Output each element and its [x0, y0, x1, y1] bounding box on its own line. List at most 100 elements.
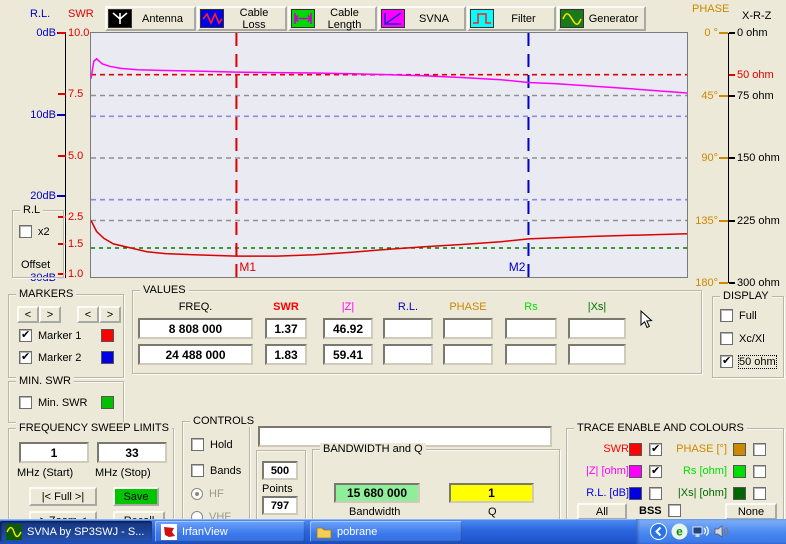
- values-col-header-phase: PHASE: [443, 301, 493, 313]
- generator-icon: [560, 9, 584, 28]
- collapse-arrow-icon[interactable]: [650, 523, 667, 540]
- hold-label: Hold: [210, 439, 233, 451]
- folder-icon: [316, 524, 332, 540]
- bss-checkbox[interactable]: [668, 504, 681, 517]
- eset-icon[interactable]: e: [671, 523, 688, 540]
- values-cell-r2c3: 59.41: [323, 344, 373, 365]
- trace-color-swatch[interactable]: [733, 487, 746, 500]
- sweep-stop-input[interactable]: 33: [97, 442, 167, 463]
- cable-length-button[interactable]: Cable Length: [288, 6, 377, 31]
- trace-enable-checkbox[interactable]: [649, 487, 662, 500]
- controls-group-title: CONTROLS: [190, 415, 257, 427]
- system-tray: e: [636, 519, 786, 544]
- right-axis-ohm-tick-label: 150 ohm: [737, 152, 780, 164]
- filter-button[interactable]: Filter: [467, 6, 556, 31]
- left-axis-db-tick-label: 10dB: [30, 109, 56, 121]
- values-col-header-swr: SWR: [265, 301, 307, 313]
- antenna-button[interactable]: Antenna: [105, 6, 196, 31]
- bands-checkbox[interactable]: [191, 464, 204, 477]
- values-cell-r1c3: 46.92: [323, 318, 373, 339]
- axis-tick: [719, 282, 728, 284]
- marker1-checkbox[interactable]: [19, 329, 32, 342]
- trace-label-r-1: Rs [ohm]: [683, 465, 727, 477]
- taskbar: SVNA by SP3SWJ - S...IrfanViewpobrane e: [0, 519, 786, 544]
- right-axis-ohm-tick-label: 75 ohm: [737, 90, 774, 102]
- left-axis-swr-tick-label: 1.5: [68, 238, 83, 250]
- marker1-prev-button[interactable]: <: [17, 306, 39, 323]
- values-cell-r2c4: [383, 344, 433, 365]
- min-swr-group: MIN. SWR Min. SWR: [8, 381, 124, 423]
- left-axis-swr-tick-label: 1.0: [68, 268, 83, 280]
- axis-tick: [729, 220, 735, 222]
- points-bottom-field[interactable]: 797: [262, 496, 298, 515]
- display-group-title: DISPLAY: [720, 290, 772, 302]
- marker2-next-button[interactable]: >: [99, 306, 121, 323]
- display-xcxl-checkbox[interactable]: [720, 332, 733, 345]
- values-col-header-z: |Z|: [323, 301, 373, 313]
- marker2-prev-button[interactable]: <: [77, 306, 99, 323]
- taskbar-item-pobrane[interactable]: pobrane: [310, 521, 462, 542]
- x2-checkbox[interactable]: [19, 225, 32, 238]
- axis-tick: [57, 195, 65, 197]
- values-cell-r1c6: [505, 318, 557, 339]
- generator-button[interactable]: Generator: [557, 6, 646, 31]
- marker2-checkbox[interactable]: [19, 351, 32, 364]
- toolbar-button-label: SVNA: [405, 13, 463, 25]
- trace-all-button[interactable]: All: [577, 503, 627, 520]
- trace-enable-checkbox[interactable]: [649, 465, 662, 478]
- full-span-button[interactable]: |< Full >|: [29, 487, 97, 506]
- trace-enable-checkbox[interactable]: [649, 443, 662, 456]
- trace-enable-checkbox[interactable]: [753, 465, 766, 478]
- trace-none-button[interactable]: None: [725, 503, 777, 520]
- sweep-chart[interactable]: M1M2: [90, 32, 688, 278]
- svna-app-icon: [6, 524, 22, 540]
- left-axis-db-tick-label: 20dB: [30, 190, 56, 202]
- cable-loss-button[interactable]: Cable Loss: [197, 6, 287, 31]
- trace-color-swatch[interactable]: [733, 443, 746, 456]
- xrz-axis-title: X-R-Z: [742, 10, 771, 22]
- sweep-start-input[interactable]: 1: [19, 442, 89, 463]
- axis-tick: [58, 93, 66, 97]
- trace-swr: [91, 221, 687, 257]
- values-cell-r1c4: [383, 318, 433, 339]
- trace-group-title: TRACE ENABLE AND COLOURS: [574, 422, 747, 434]
- hold-checkbox[interactable]: [191, 438, 204, 451]
- trace-label-r-0: PHASE [°]: [676, 443, 727, 455]
- trace-color-swatch[interactable]: [629, 443, 642, 456]
- min-swr-color-swatch[interactable]: [101, 396, 114, 409]
- hf-label: HF: [209, 488, 224, 500]
- trace-enable-checkbox[interactable]: [753, 443, 766, 456]
- svg-text:e: e: [676, 525, 683, 539]
- trace-color-swatch[interactable]: [629, 487, 642, 500]
- display-50ohm-checkbox[interactable]: [720, 355, 733, 368]
- trace-z: [91, 59, 687, 93]
- hf-radio[interactable]: [191, 488, 203, 500]
- trace-enable-checkbox[interactable]: [753, 487, 766, 500]
- trace-color-swatch[interactable]: [733, 465, 746, 478]
- taskbar-item-svnabysp3swj[interactable]: SVNA by SP3SWJ - S...: [0, 521, 152, 542]
- volume-icon[interactable]: [713, 523, 730, 540]
- network-icon[interactable]: [692, 523, 709, 540]
- trace-label-l-0: SWR: [603, 443, 629, 455]
- rl-offset-group-title: R.L: [20, 204, 43, 216]
- sweep-start-label: MHz (Start): [17, 467, 73, 479]
- taskbar-item-irfanview[interactable]: IrfanView: [155, 521, 305, 542]
- svna-button[interactable]: SVNA: [378, 6, 466, 31]
- marker1-next-button[interactable]: >: [39, 306, 61, 323]
- sweep-stop-label: MHz (Stop): [95, 467, 151, 479]
- points-top-field[interactable]: 500: [262, 461, 298, 480]
- min-swr-checkbox[interactable]: [19, 396, 32, 409]
- trace-color-swatch[interactable]: [629, 465, 642, 478]
- values-cell-r2c2: 1.83: [265, 344, 307, 365]
- left-axis-db-tick-label: 0dB: [36, 27, 56, 39]
- save-button[interactable]: Save: [113, 487, 159, 506]
- marker1-color-swatch[interactable]: [101, 329, 114, 342]
- right-axis-ohm-tick-label: 50 ohm: [737, 69, 774, 81]
- display-full-checkbox[interactable]: [720, 309, 733, 322]
- axis-tick: [729, 74, 735, 76]
- rl-offset-group: R.L x2 Offset: [12, 210, 64, 278]
- axis-tick: [719, 220, 728, 222]
- left-axis-swr-tick-label: 10.0: [68, 27, 89, 39]
- marker2-color-swatch[interactable]: [101, 351, 114, 364]
- marker-label-m1: M1: [239, 260, 256, 274]
